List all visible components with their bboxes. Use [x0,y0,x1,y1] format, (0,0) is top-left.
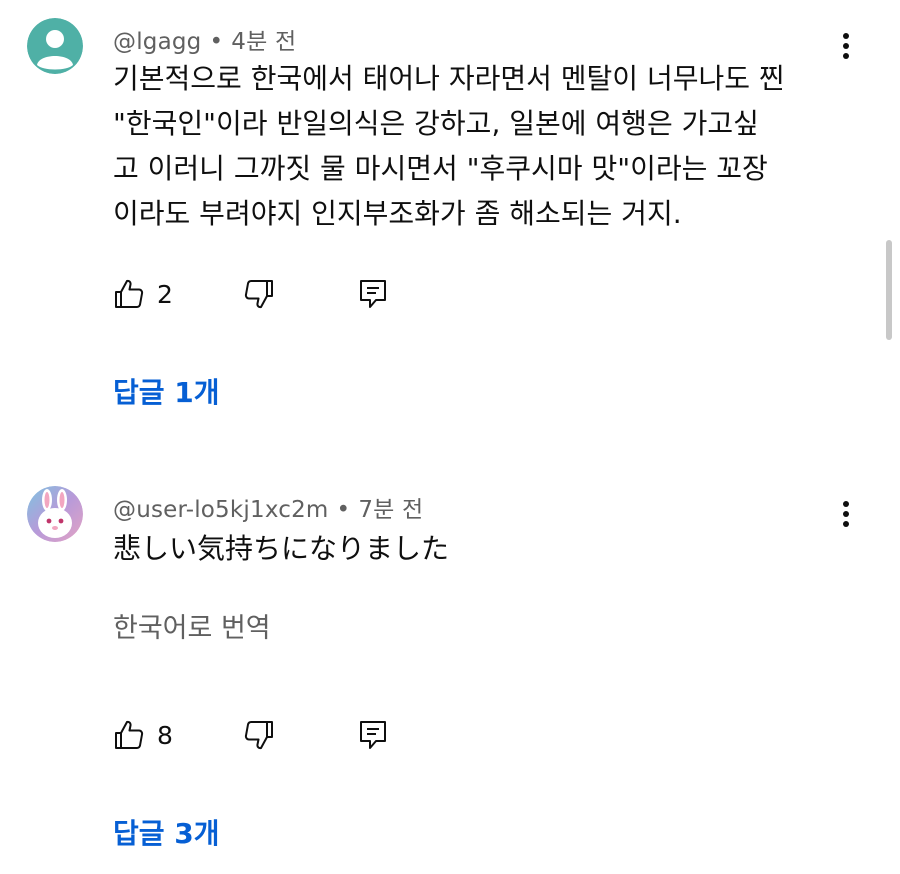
separator-dot: • [209,29,224,55]
comment-author[interactable]: @lgagg [113,29,201,55]
comment-time: 4분 전 [231,29,297,55]
comment-text-line: 고 이러니 그까짓 물 마시면서 "후쿠시마 맛"이라는 꼬장 [113,152,768,185]
thumbs-down-icon [244,721,273,750]
comment-text: 기본적으로 한국에서 태어나 자라면서 멘탈이 너무나도 찐 "한국인"이라 반… [113,56,843,236]
comment-text: 悲しい気持ちになりました [113,526,843,571]
bunny-avatar-icon [27,486,83,542]
scrollbar[interactable] [886,240,892,340]
comment-header: @user-lo5kj1xc2m • 7분 전 [113,490,423,524]
comment-text-line: 기본적으로 한국에서 태어나 자라면서 멘탈이 너무나도 찐 [113,62,785,95]
comment-text-line: "한국인"이라 반일의식은 강하고, 일본에 여행은 가고싶 [113,107,759,140]
avatar[interactable] [27,18,83,74]
separator-dot: • [336,497,351,523]
reply-button[interactable] [358,278,388,310]
comment-header: @lgagg • 4분 전 [113,22,296,56]
avatar[interactable] [27,486,83,542]
translate-link[interactable]: 한국어로 번역 [113,606,271,645]
dislike-button[interactable] [243,719,275,751]
comment-time: 7분 전 [358,497,424,523]
reply-icon [360,280,386,308]
more-vertical-icon [843,501,849,527]
thumbs-up-icon [115,279,144,308]
comment-thread: @user-lo5kj1xc2m • 7분 전 悲しい気持ちになりました 한국어로 … [0,470,900,874]
view-replies-link[interactable]: 답글 3개 [113,812,220,852]
comment-text-line: 이라도 부려야지 인지부조화가 좀 해소되는 거지. [113,197,682,230]
dislike-button[interactable] [243,278,275,310]
like-button[interactable]: 8 [113,719,173,751]
comment-thread: @lgagg • 4분 전 기본적으로 한국에서 태어나 자라면서 멘탈이 너무나도… [0,0,900,430]
comment-text-line: 悲しい気持ちになりました [113,532,450,565]
thumbs-down-icon [244,280,273,309]
default-avatar-icon [27,18,83,74]
reply-button[interactable] [358,719,388,751]
comment-author[interactable]: @user-lo5kj1xc2m [113,497,329,523]
thumbs-up-icon [115,720,144,749]
view-replies-link[interactable]: 답글 1개 [113,371,220,411]
reply-icon [360,721,386,749]
like-button[interactable]: 2 [113,278,173,310]
like-count: 2 [157,279,173,309]
more-vertical-icon [843,33,849,59]
like-count: 8 [157,720,173,750]
